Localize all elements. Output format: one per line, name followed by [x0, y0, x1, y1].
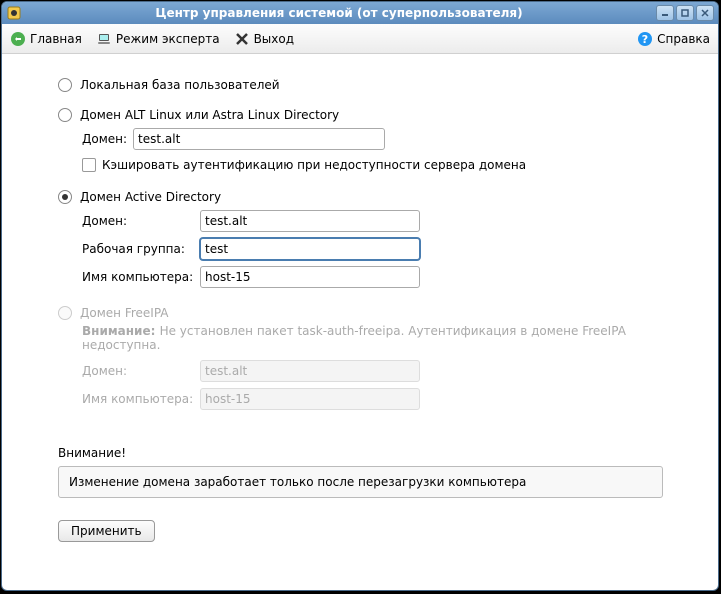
laptop-icon: [96, 31, 112, 47]
freeipa-warning: Внимание: Не установлен пакет task-auth-…: [82, 324, 694, 352]
minimize-button[interactable]: [656, 5, 674, 21]
alt-domain-input[interactable]: [133, 128, 385, 150]
apply-button[interactable]: Применить: [58, 520, 155, 542]
attention-message: Изменение домена заработает только после…: [69, 475, 526, 489]
radio-alt-linux-label[interactable]: Домен ALT Linux или Astra Linux Director…: [80, 108, 339, 122]
auth-ad-row: Домен Active Directory: [58, 190, 694, 204]
ad-domain-label: Домен:: [82, 214, 194, 228]
alt-cache-label[interactable]: Кэшировать аутентификацию при недоступно…: [102, 158, 526, 172]
window-frame: Центр управления системой (от суперпольз…: [1, 1, 719, 591]
attention-section: Внимание! Изменение домена заработает то…: [58, 446, 694, 498]
expert-mode-button[interactable]: Режим эксперта: [96, 31, 220, 47]
content-area: Локальная база пользователей Домен ALT L…: [2, 54, 718, 590]
home-label: Главная: [30, 32, 82, 46]
exit-icon: [234, 31, 250, 47]
freeipa-warning-prefix: Внимание:: [82, 324, 160, 338]
window-title: Центр управления системой (от суперпольз…: [28, 6, 650, 20]
exit-label: Выход: [254, 32, 294, 46]
ad-workgroup-label: Рабочая группа:: [82, 242, 194, 256]
freeipa-hostname-input: [200, 388, 420, 410]
ad-hostname-label: Имя компьютера:: [82, 270, 194, 284]
radio-active-directory[interactable]: [58, 190, 72, 204]
radio-alt-linux[interactable]: [58, 108, 72, 122]
freeipa-hostname-label: Имя компьютера:: [82, 392, 194, 406]
attention-title: Внимание!: [58, 446, 694, 460]
radio-ad-label[interactable]: Домен Active Directory: [80, 190, 221, 204]
auth-freeipa-row: Домен FreeIPA: [58, 306, 694, 320]
close-button[interactable]: [696, 5, 714, 21]
help-button[interactable]: ? Справка: [637, 31, 710, 47]
freeipa-body: Внимание: Не установлен пакет task-auth-…: [82, 324, 694, 410]
window-controls: [656, 5, 714, 21]
radio-local[interactable]: [58, 78, 72, 92]
alt-domain-label: Домен:: [82, 132, 127, 146]
ad-hostname-input[interactable]: [200, 266, 420, 288]
ad-workgroup-input[interactable]: [200, 238, 420, 260]
auth-local-row: Локальная база пользователей: [58, 78, 694, 92]
radio-freeipa-label: Домен FreeIPA: [80, 306, 169, 320]
help-icon: ?: [637, 31, 653, 47]
home-icon: [10, 31, 26, 47]
ad-domain-input[interactable]: [200, 210, 420, 232]
svg-text:?: ?: [642, 33, 648, 46]
expert-mode-label: Режим эксперта: [116, 32, 220, 46]
freeipa-warning-text: Не установлен пакет task-auth-freeipa. А…: [82, 324, 626, 352]
home-button[interactable]: Главная: [10, 31, 82, 47]
app-icon: [6, 5, 22, 21]
ad-body: Домен: Рабочая группа: Имя компьютера:: [82, 210, 694, 288]
alt-cache-checkbox[interactable]: [82, 158, 96, 172]
freeipa-domain-label: Домен:: [82, 364, 194, 378]
maximize-button[interactable]: [676, 5, 694, 21]
help-label: Справка: [657, 32, 710, 46]
radio-local-label[interactable]: Локальная база пользователей: [80, 78, 280, 92]
attention-message-box: Изменение домена заработает только после…: [58, 466, 663, 498]
exit-button[interactable]: Выход: [234, 31, 294, 47]
titlebar[interactable]: Центр управления системой (от суперпольз…: [2, 2, 718, 24]
alt-linux-body: Домен: Кэшировать аутентификацию при нед…: [82, 128, 694, 172]
auth-alt-row: Домен ALT Linux или Astra Linux Director…: [58, 108, 694, 122]
toolbar: Главная Режим эксперта Выход ? Справка: [2, 24, 718, 54]
freeipa-domain-input: [200, 360, 420, 382]
radio-freeipa: [58, 306, 72, 320]
